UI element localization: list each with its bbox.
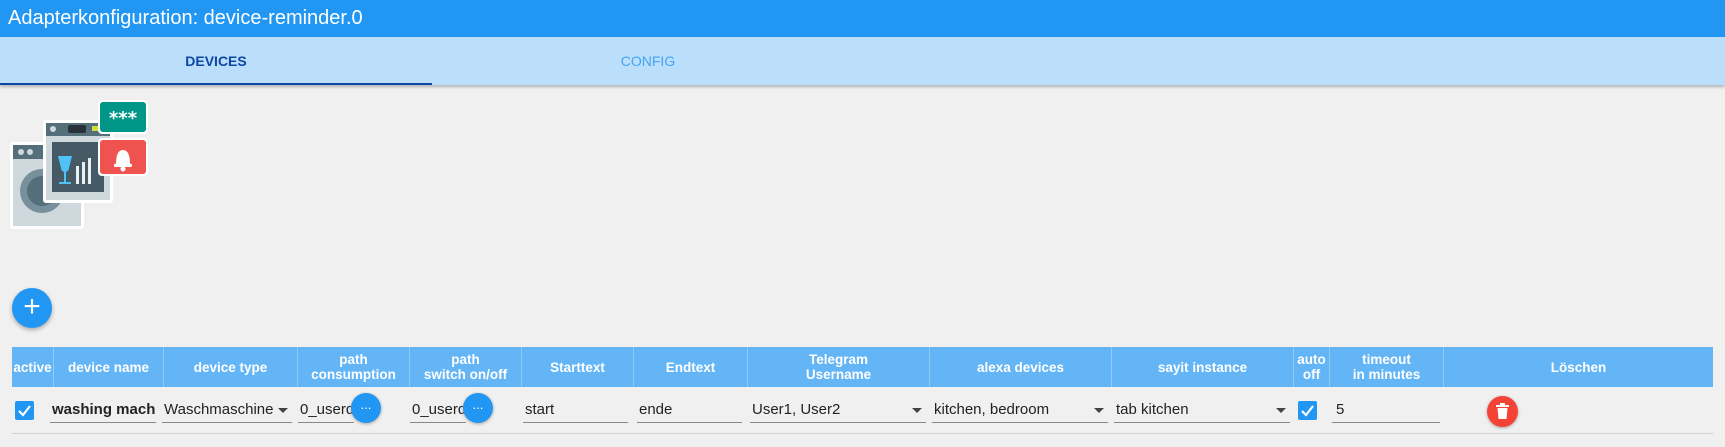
col-device-type: device type <box>164 347 298 387</box>
path-consumption-select-button[interactable]: ... <box>351 393 381 423</box>
path-switch-input[interactable]: 0_userdata <box>410 397 466 423</box>
col-timeout: timeout in minutes <box>1330 347 1444 387</box>
tab-config[interactable]: CONFIG <box>432 37 864 85</box>
auto-off-checkbox[interactable] <box>1298 401 1317 420</box>
alexa-devices-value: kitchen, bedroom <box>934 401 1050 418</box>
svg-text:***: *** <box>109 108 138 129</box>
dropdown-caret-icon <box>278 408 288 413</box>
col-path-switch: path switch on/off <box>410 347 522 387</box>
col-active: active <box>12 347 54 387</box>
col-sayit-instance: sayit instance <box>1112 347 1294 387</box>
delete-button[interactable] <box>1487 396 1518 427</box>
col-path-consumption: path consumption <box>298 347 410 387</box>
tab-devices[interactable]: DEVICES <box>0 37 432 85</box>
device-name-input[interactable]: washing machine <box>50 397 156 423</box>
dropdown-caret-icon <box>912 408 922 413</box>
tab-indicator <box>0 83 432 85</box>
adapter-logo-icon: *** <box>10 100 148 229</box>
check-icon <box>18 405 31 417</box>
add-device-button[interactable]: + <box>12 288 52 328</box>
active-checkbox[interactable] <box>15 401 34 420</box>
table-header: active device name device type path cons… <box>12 347 1713 387</box>
col-telegram-username: Telegram Username <box>748 347 930 387</box>
plus-icon: + <box>23 290 41 323</box>
col-device-name: device name <box>54 347 164 387</box>
col-endtext: Endtext <box>634 347 748 387</box>
col-starttext: Starttext <box>522 347 634 387</box>
device-type-value: Waschmaschine <box>164 401 274 418</box>
timeout-input[interactable]: 5 <box>1332 397 1440 423</box>
col-auto-off: auto off <box>1294 347 1330 387</box>
table-row: washing machine Waschmaschine 0_userdata… <box>12 387 1713 434</box>
col-alexa-devices: alexa devices <box>930 347 1112 387</box>
telegram-username-value: User1, User2 <box>752 401 841 418</box>
starttext-input[interactable]: start <box>523 397 628 423</box>
sayit-instance-value: tab kitchen <box>1116 401 1189 418</box>
path-consumption-input[interactable]: 0_userdata <box>298 397 354 423</box>
alexa-devices-select[interactable]: kitchen, bedroom <box>932 397 1108 423</box>
tab-bar: DEVICES CONFIG <box>0 37 1725 85</box>
path-switch-select-button[interactable]: ... <box>463 393 493 423</box>
sayit-instance-select[interactable]: tab kitchen <box>1114 397 1290 423</box>
window-title: Adapterkonfiguration: device-reminder.0 <box>0 0 1725 37</box>
col-delete: Löschen <box>1550 359 1607 375</box>
telegram-username-select[interactable]: User1, User2 <box>750 397 926 423</box>
trash-icon <box>1496 403 1509 419</box>
dropdown-caret-icon <box>1094 408 1104 413</box>
endtext-input[interactable]: ende <box>637 397 742 423</box>
dropdown-caret-icon <box>1276 408 1286 413</box>
check-icon <box>1301 405 1314 417</box>
device-type-select[interactable]: Waschmaschine <box>162 397 292 423</box>
